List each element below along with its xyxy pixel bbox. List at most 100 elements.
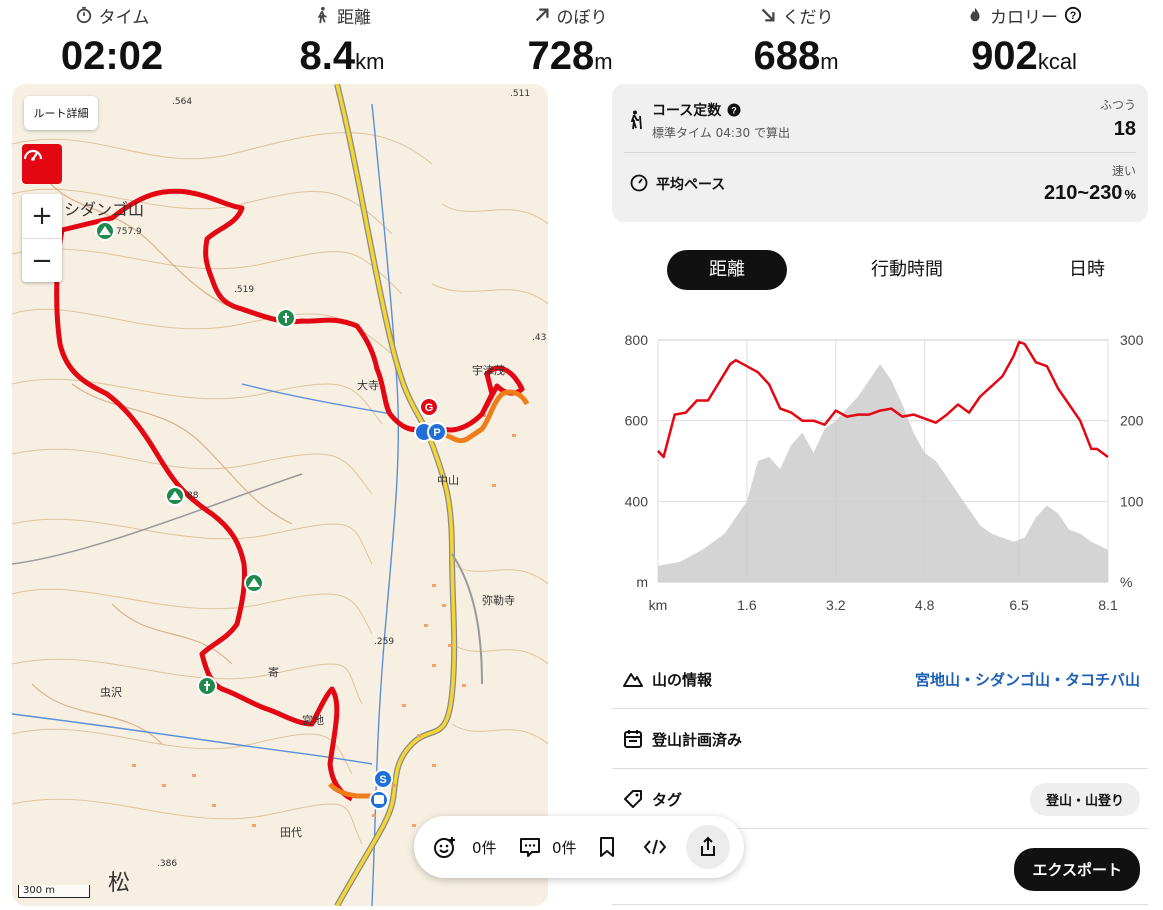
y-right-tick: % — [1120, 574, 1132, 590]
share-icon — [701, 836, 715, 856]
map-canvas[interactable]: G P S シダンゴ山 757.9 .564 .519 .511 .43 .25… — [12, 84, 548, 906]
share-button[interactable] — [686, 825, 730, 869]
speedometer-icon — [23, 149, 43, 161]
code-icon — [643, 839, 667, 855]
map-label: .519 — [234, 285, 254, 295]
stat-value: 8.4km — [299, 34, 385, 78]
export-button[interactable]: エクスポート — [1014, 847, 1140, 891]
arrow-up-right-icon — [535, 8, 549, 22]
map-label: .386 — [157, 859, 177, 869]
mountain-marker[interactable] — [95, 221, 115, 241]
mountain-info-row[interactable]: 山の情報 宮地山・シダンゴ山・タコチバ山 — [612, 650, 1148, 709]
bookmark-button[interactable] — [596, 816, 618, 878]
map-label: 虫沢 — [100, 685, 122, 699]
y-left-tick: m — [636, 574, 648, 590]
goal-marker[interactable]: G — [419, 397, 439, 417]
map-label: シダンゴ山 — [64, 200, 144, 219]
svg-text:P: P — [433, 427, 440, 439]
mountain-marker[interactable] — [165, 486, 185, 506]
hiker-icon — [630, 110, 642, 130]
bus-stop-marker[interactable] — [369, 790, 389, 810]
x-tick: 1.6 — [737, 597, 757, 613]
comment-button[interactable]: 0件 — [518, 816, 577, 878]
stat-label: カロリー — [990, 7, 1058, 28]
like-button[interactable]: 0件 — [432, 816, 497, 878]
stat-ascent: のぼり 728m — [470, 0, 670, 86]
stat-label: 距離 — [337, 7, 371, 28]
parking-marker[interactable]: P — [414, 422, 447, 442]
y-left-tick: 600 — [625, 413, 649, 429]
stat-time: タイム 02:02 — [12, 0, 212, 86]
map-label: 757.9 — [116, 227, 142, 237]
pace-title: 平均ペース — [656, 177, 726, 193]
stat-value: 688m — [753, 34, 839, 78]
course-level: ふつう — [1099, 98, 1136, 112]
speedometer-icon — [630, 174, 648, 192]
course-constant-row: コース定数 ? 標準タイム 04:30 で算出 ふつう 18 — [612, 84, 1148, 152]
course-constant-sub: 標準タイム 04:30 で算出 — [652, 126, 790, 140]
zoom-control: + − — [22, 194, 62, 282]
stat-descent: くだり 688m — [696, 0, 896, 86]
embed-button[interactable] — [642, 816, 668, 878]
x-tick: 6.5 — [1009, 597, 1029, 613]
map-label: 中山 — [437, 474, 459, 487]
map-label: 田代 — [280, 826, 302, 839]
map-label: .43 — [532, 333, 546, 343]
tab-moving-time[interactable]: 行動時間 — [847, 250, 967, 290]
map-label: 88 — [187, 491, 199, 501]
svg-text:S: S — [379, 774, 386, 786]
pace-area — [658, 364, 1108, 582]
map-label: 寄 — [268, 665, 279, 679]
zoom-in-button[interactable]: + — [22, 194, 62, 238]
mountain-marker[interactable] — [244, 573, 264, 593]
stat-distance: 距離 8.4km — [242, 0, 442, 86]
plan-row[interactable]: 登山計画済み — [612, 710, 1148, 769]
plan-label: 登山計画済み — [652, 730, 743, 749]
svg-text:?: ? — [1070, 10, 1077, 22]
y-left-tick: 800 — [625, 332, 649, 348]
comment-count: 0件 — [552, 838, 577, 857]
stats-bar: タイム 02:02 距離 8.4km のぼり 728m くだり 688m カロリ… — [0, 0, 1163, 84]
bookmark-icon — [600, 837, 614, 857]
y-right-tick: 200 — [1120, 413, 1144, 429]
map-label: 弥勒寺 — [482, 593, 515, 607]
like-count: 0件 — [472, 838, 497, 857]
svg-text:?: ? — [732, 106, 738, 116]
stat-calorie: カロリー ? 902kcal — [924, 0, 1124, 86]
map-label: 松 — [108, 871, 130, 896]
speed-button[interactable] — [22, 144, 62, 184]
route-map[interactable]: G P S シダンゴ山 757.9 .564 .519 .511 .43 .25… — [12, 84, 548, 906]
x-tick: km — [649, 597, 668, 613]
stopwatch-icon — [76, 6, 91, 24]
tab-datetime[interactable]: 日時 — [1027, 250, 1147, 290]
mountain-info-label: 山の情報 — [652, 670, 713, 689]
walker-icon — [317, 6, 327, 24]
stat-label: のぼり — [556, 7, 608, 28]
start-marker[interactable]: S — [373, 769, 393, 789]
x-tick: 8.1 — [1098, 597, 1118, 613]
map-label: .511 — [510, 89, 530, 99]
chart-tabs: 距離 行動時間 日時 — [612, 250, 1148, 290]
help-icon[interactable]: ? — [1064, 6, 1082, 24]
comment-icon — [520, 838, 540, 857]
tab-distance[interactable]: 距離 — [667, 250, 787, 290]
y-left-tick: 400 — [625, 493, 649, 509]
hiker-marker[interactable] — [276, 308, 296, 328]
x-tick: 4.8 — [915, 597, 935, 613]
pace-level: 速い — [1111, 164, 1136, 178]
y-right-tick: 300 — [1120, 332, 1144, 348]
tag-pill[interactable]: 登山・山登り — [1029, 782, 1140, 816]
zoom-out-button[interactable]: − — [22, 238, 62, 283]
pace-value: 210~230% — [1044, 182, 1136, 204]
stat-label: くだり — [782, 7, 834, 28]
mountain-icon — [623, 673, 643, 687]
scale-bar: 300 m — [18, 885, 91, 898]
tag-label: タグ — [652, 790, 683, 809]
map-label: .259 — [374, 637, 394, 647]
hiker-marker[interactable] — [197, 676, 217, 696]
elevation-chart[interactable]: 800 600 400 m 300 200 100% km 1.6 3.2 4.8 6.5 8.1 — [612, 320, 1162, 620]
help-icon[interactable]: ? — [727, 103, 741, 117]
mountain-info-link[interactable]: 宮地山・シダンゴ山・タコチバ山 — [915, 669, 1140, 690]
route-detail-button[interactable]: ルート詳細 — [24, 96, 98, 130]
stat-value: 02:02 — [60, 34, 164, 78]
